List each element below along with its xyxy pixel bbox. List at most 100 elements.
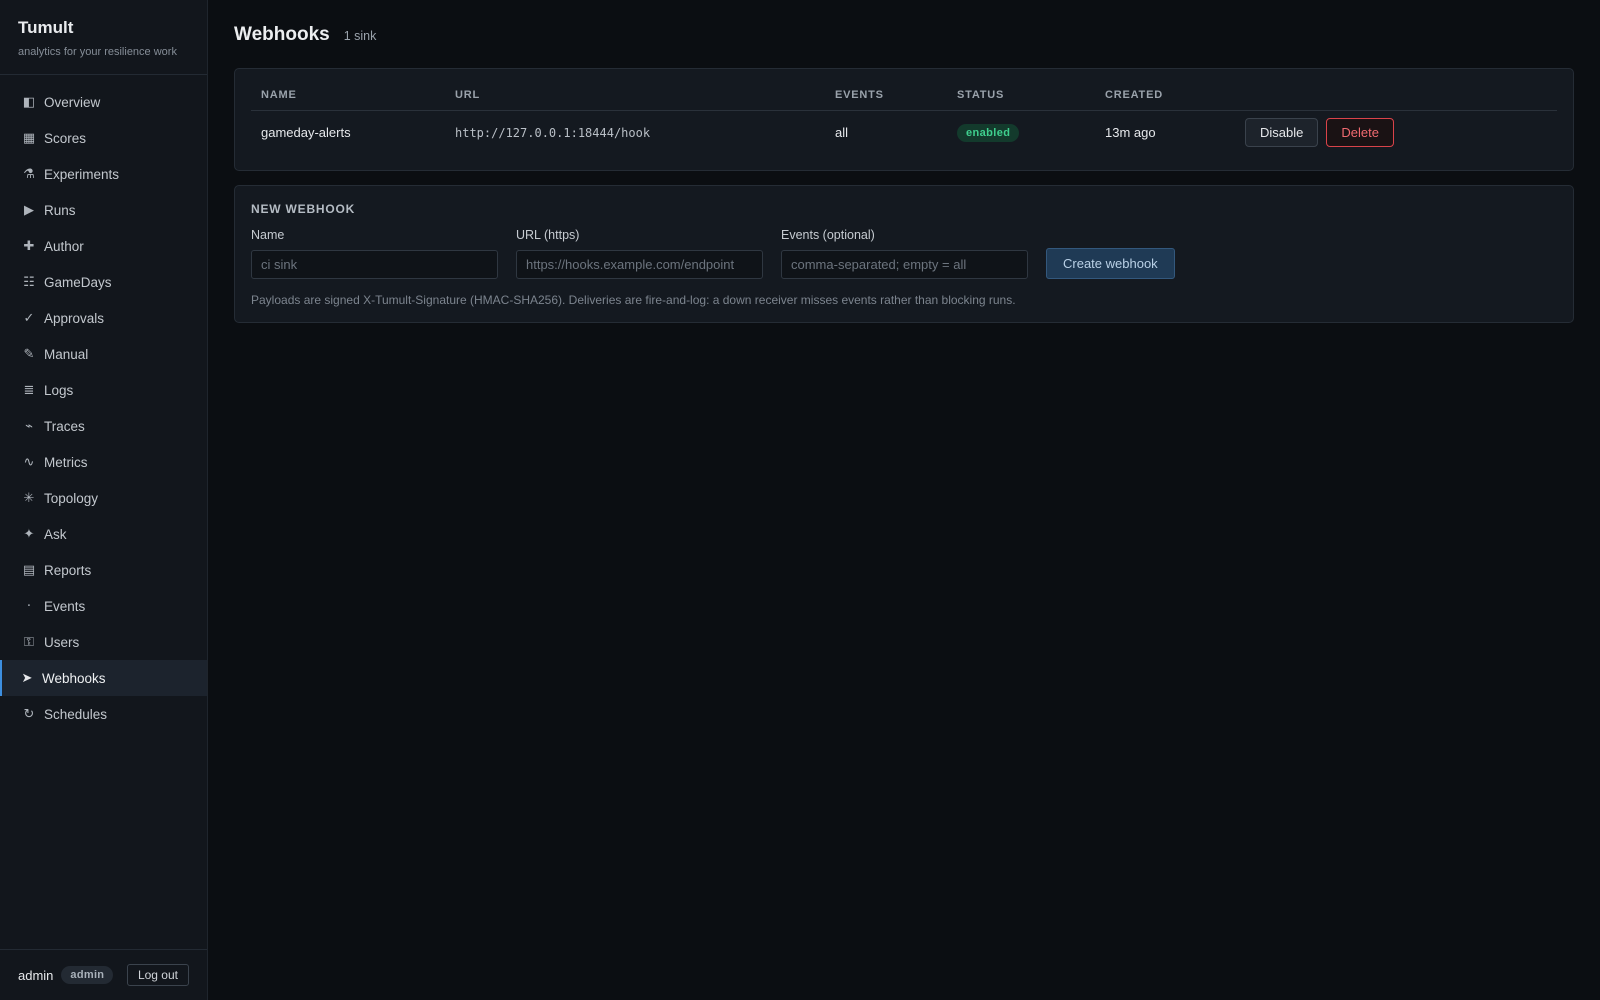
page-header: Webhooks 1 sink — [234, 24, 1574, 46]
webhook-events: all — [835, 125, 849, 140]
sidebar-item-label: Events — [44, 598, 86, 614]
play-icon: ▶ — [24, 202, 34, 217]
webhooks-table-card: NAME URL EVENTS STATUS CREATED gameday-a… — [234, 68, 1574, 171]
disable-button[interactable]: Disable — [1245, 118, 1319, 147]
sidebar-item-label: Topology — [44, 490, 99, 506]
webhook-url: http://127.0.0.1:18444/hook — [455, 125, 651, 140]
url-label: URL (https) — [516, 228, 580, 242]
wave-icon: ∿ — [23, 454, 35, 469]
sidebar-footer: admin admin Log out — [0, 949, 207, 1000]
sidebar: Tumult analytics for your resilience wor… — [0, 0, 208, 1000]
sidebar-item-topology[interactable]: ✳ Topology — [0, 480, 207, 516]
main-content: Webhooks 1 sink NAME URL EVENTS STATUS C… — [208, 0, 1600, 1000]
logout-button[interactable]: Log out — [126, 964, 189, 986]
sidebar-item-events[interactable]: ‧ Events — [0, 588, 207, 624]
flask-icon: ⚗ — [23, 166, 35, 181]
sidebar-item-ask[interactable]: ✦ Ask — [0, 516, 207, 552]
sidebar-item-label: Runs — [44, 202, 76, 218]
new-webhook-form: Name URL (https) Events (optional) Creat… — [251, 228, 1557, 279]
url-input[interactable] — [516, 250, 763, 279]
pencil-icon: ✎ — [23, 346, 35, 361]
webhooks-table: NAME URL EVENTS STATUS CREATED gameday-a… — [251, 83, 1557, 154]
column-header-created: CREATED — [1095, 83, 1235, 111]
delete-button[interactable]: Delete — [1326, 118, 1394, 147]
sidebar-item-label: Users — [44, 634, 80, 650]
sidebar-item-users[interactable]: ⚿ Users — [0, 624, 207, 660]
current-user: admin — [18, 967, 54, 983]
sidebar-item-metrics[interactable]: ∿ Metrics — [0, 444, 207, 480]
column-header-url: URL — [445, 83, 825, 111]
table-row: gameday-alerts http://127.0.0.1:18444/ho… — [251, 111, 1557, 155]
sidebar-item-label: Traces — [44, 418, 85, 434]
check-icon: ✓ — [23, 310, 35, 325]
create-webhook-button[interactable]: Create webhook — [1046, 248, 1175, 279]
sidebar-item-manual[interactable]: ✎ Manual — [0, 336, 207, 372]
new-webhook-heading: NEW WEBHOOK — [251, 202, 356, 216]
row-actions: Disable Delete — [1245, 118, 1547, 147]
events-label: Events (optional) — [781, 228, 875, 242]
column-header-events: EVENTS — [825, 83, 947, 111]
brand-name: Tumult — [18, 18, 74, 37]
column-header-actions — [1235, 83, 1557, 111]
sidebar-item-approvals[interactable]: ✓ Approvals — [0, 300, 207, 336]
webhook-name: gameday-alerts — [261, 125, 351, 140]
sidebar-item-label: Experiments — [44, 166, 120, 182]
sidebar-item-label: Logs — [44, 382, 74, 398]
sidebar-item-label: Webhooks — [42, 670, 106, 686]
calendar-icon: ☷ — [23, 274, 35, 289]
sidebar-item-label: Schedules — [44, 706, 108, 722]
sidebar-item-label: Ask — [44, 526, 67, 542]
url-field-group: URL (https) — [516, 228, 763, 279]
arrow-icon: ➤ — [21, 670, 33, 685]
sparkle-icon: ✦ — [23, 526, 35, 541]
webhook-created: 13m ago — [1105, 125, 1156, 140]
new-webhook-card: NEW WEBHOOK Name URL (https) Events (opt… — [234, 185, 1574, 323]
events-field-group: Events (optional) — [781, 228, 1028, 279]
plus-icon: ✚ — [23, 238, 35, 253]
brand: Tumult analytics for your resilience wor… — [0, 0, 207, 75]
brand-tagline: analytics for your resilience work — [18, 46, 177, 58]
table-header-row: NAME URL EVENTS STATUS CREATED — [251, 83, 1557, 111]
sidebar-item-label: Approvals — [44, 310, 105, 326]
webhook-actions: Disable Delete — [1235, 111, 1557, 155]
sidebar-nav: ◧ Overview ▦ Scores ⚗ Experiments ▶ Runs ✚ Author… — [0, 75, 207, 949]
dot-icon: ‧ — [26, 598, 32, 613]
sidebar-item-traces[interactable]: ⌁ Traces — [0, 408, 207, 444]
sidebar-item-runs[interactable]: ▶ Runs — [0, 192, 207, 228]
name-field-group: Name — [251, 228, 498, 279]
signature-hint: Payloads are signed X-Tumult-Signature (… — [251, 293, 1016, 307]
overview-icon: ◧ — [22, 94, 36, 109]
sidebar-item-experiments[interactable]: ⚗ Experiments — [0, 156, 207, 192]
column-header-name: NAME — [251, 83, 445, 111]
sidebar-item-webhooks[interactable]: ➤ Webhooks — [0, 660, 207, 696]
sidebar-item-author[interactable]: ✚ Author — [0, 228, 207, 264]
sidebar-item-overview[interactable]: ◧ Overview — [0, 84, 207, 120]
sidebar-item-logs[interactable]: ≣ Logs — [0, 372, 207, 408]
role-badge: admin — [61, 966, 114, 984]
topology-icon: ✳ — [23, 490, 35, 505]
sidebar-item-label: GameDays — [44, 274, 112, 290]
lines-icon: ≣ — [23, 382, 35, 397]
sidebar-item-label: Overview — [44, 94, 101, 110]
scores-icon: ▦ — [22, 130, 36, 145]
column-header-status: STATUS — [947, 83, 1095, 111]
page-title: Webhooks — [234, 24, 330, 45]
webhook-status-cell: enabled — [947, 111, 1095, 155]
report-icon: ▤ — [22, 562, 36, 577]
sidebar-item-gamedays[interactable]: ☷ GameDays — [0, 264, 207, 300]
sidebar-item-reports[interactable]: ▤ Reports — [0, 552, 207, 588]
sink-count: 1 sink — [343, 29, 377, 43]
events-input[interactable] — [781, 250, 1028, 279]
sidebar-item-label: Manual — [44, 346, 89, 362]
refresh-icon: ↻ — [23, 706, 35, 721]
sidebar-item-label: Scores — [44, 130, 87, 146]
sidebar-item-schedules[interactable]: ↻ Schedules — [0, 696, 207, 732]
key-icon: ⚿ — [24, 634, 34, 649]
sidebar-item-label: Author — [44, 238, 84, 254]
name-label: Name — [251, 228, 285, 242]
sidebar-item-scores[interactable]: ▦ Scores — [0, 120, 207, 156]
status-badge: enabled — [957, 123, 1020, 142]
sidebar-item-label: Metrics — [44, 454, 88, 470]
trace-icon: ⌁ — [25, 418, 33, 433]
name-input[interactable] — [251, 250, 498, 279]
